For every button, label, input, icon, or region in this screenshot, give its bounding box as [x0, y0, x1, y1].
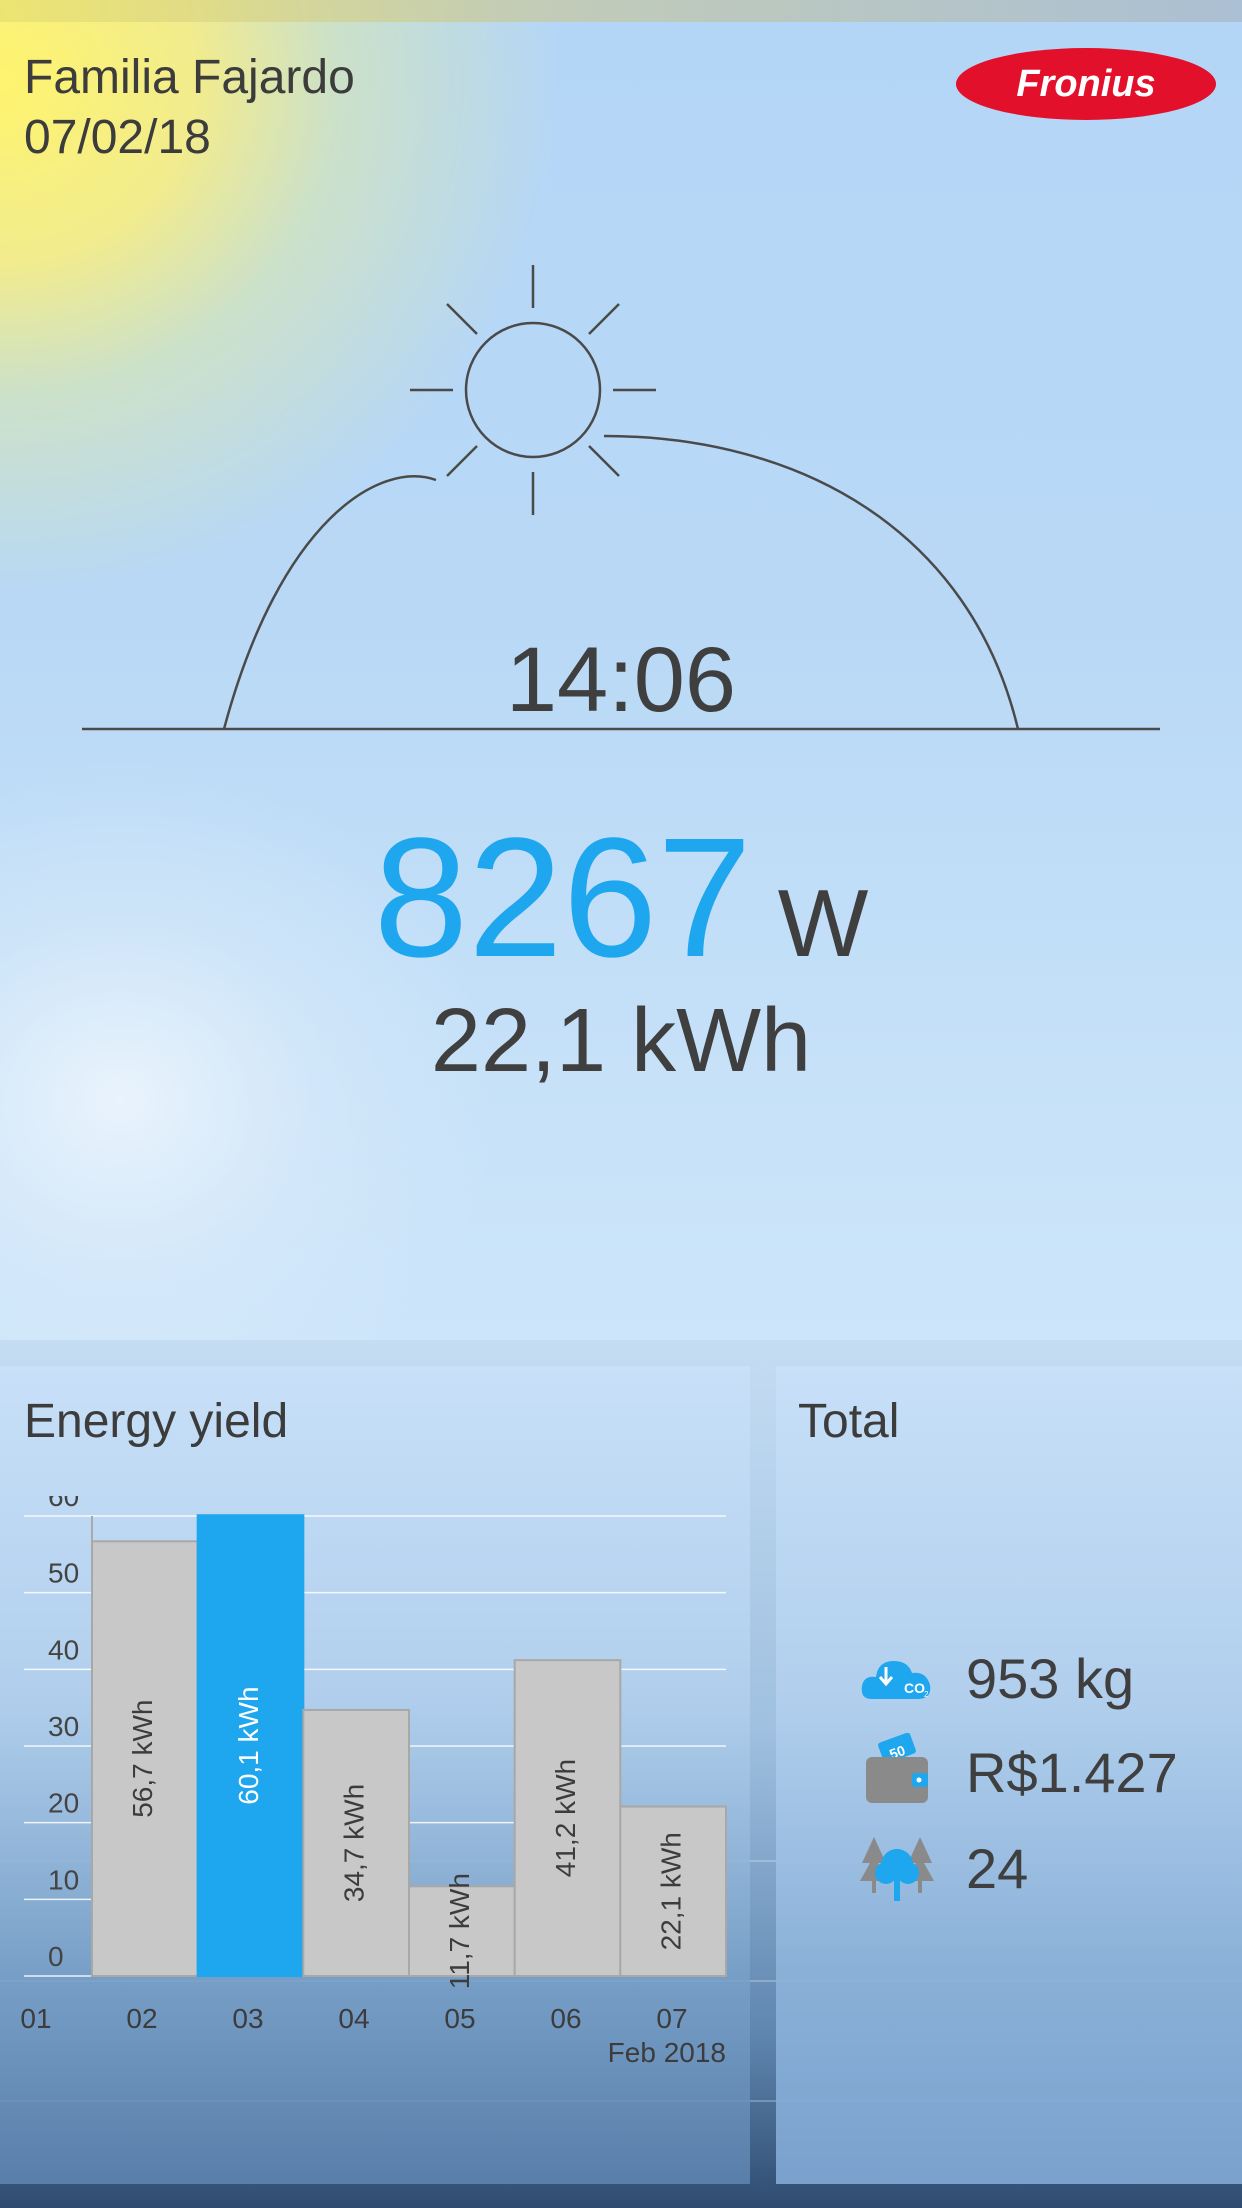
money-saved-value: R$1.427: [966, 1740, 1178, 1804]
energy-today: 22,1 kWh: [430, 991, 812, 1091]
current-power: 8267 W: [0, 800, 1242, 996]
sun-icon: [410, 265, 656, 515]
y-tick-label: 40: [48, 1634, 79, 1665]
co2-saved-value: 953 kg: [966, 1646, 1135, 1710]
co2-cloud-icon: CO 2: [861, 1661, 931, 1699]
co2-saved-row: CO 2 953 kg: [858, 1638, 1134, 1718]
trees-saved-value: 24: [966, 1836, 1029, 1900]
bar-value-label: 41,2 kWh: [550, 1759, 581, 1877]
bar-value-label: 60,1 kWh: [233, 1686, 264, 1804]
y-tick-label: 10: [48, 1864, 79, 1895]
total-panel[interactable]: Total CO 2 953 kg 50 R$1.427 24: [776, 1366, 1242, 2184]
energy-yield-panel[interactable]: Energy yield 0 10 20 30 40 50 60 01 56,7 kWh 02 60…: [0, 1366, 750, 2184]
bar-value-label: 34,7 kWh: [339, 1784, 370, 1902]
trees-icon: [860, 1837, 934, 1901]
status-strip: [0, 0, 1242, 22]
app-screen: Familia Fajardo 07/02/18 Fronius 14:06 8…: [0, 0, 1242, 2208]
wallet-icon: 50: [866, 1733, 928, 1803]
y-tick-label: 30: [48, 1711, 79, 1742]
svg-text:CO: CO: [904, 1680, 925, 1696]
y-tick-label: 60: [48, 1496, 79, 1512]
x-tick-label: 01: [20, 2003, 51, 2034]
x-tick-label: 05: [444, 2003, 475, 2034]
total-title: Total: [798, 1395, 900, 1448]
svg-text:2: 2: [924, 1690, 929, 1699]
current-date: 07/02/18: [24, 111, 211, 164]
y-tick-label: 20: [48, 1788, 79, 1819]
y-tick-label: 50: [48, 1558, 79, 1589]
period-label: Feb 2018: [608, 2037, 726, 2068]
energy-yield-chart[interactable]: 0 10 20 30 40 50 60 01 56,7 kWh 02 60,1 kWh 03 34,7 …: [0, 1496, 750, 2176]
x-tick-label: 06: [550, 2003, 581, 2034]
energy-yield-title: Energy yield: [24, 1395, 289, 1448]
x-tick-label: 04: [338, 2003, 369, 2034]
trees-saved-row: 24: [858, 1828, 1028, 1908]
bar-value-label: 11,7 kWh: [444, 1873, 475, 1989]
power-unit: W: [777, 870, 869, 977]
brand-text: Fronius: [1016, 63, 1155, 105]
system-owner-name: Familia Fajardo: [24, 51, 355, 104]
x-tick-label: 03: [232, 2003, 263, 2034]
power-value: 8267: [373, 803, 752, 993]
bar-value-label: 56,7 kWh: [127, 1700, 158, 1818]
y-tick-label: 0: [48, 1941, 64, 1972]
x-tick-label: 07: [656, 2003, 687, 2034]
current-time: 14:06: [505, 629, 737, 731]
money-saved-row: 50 R$1.427: [858, 1732, 1178, 1812]
bar-value-label: 22,1 kWh: [656, 1832, 687, 1950]
x-tick-label: 02: [126, 2003, 157, 2034]
fronius-logo: Fronius: [956, 48, 1216, 120]
